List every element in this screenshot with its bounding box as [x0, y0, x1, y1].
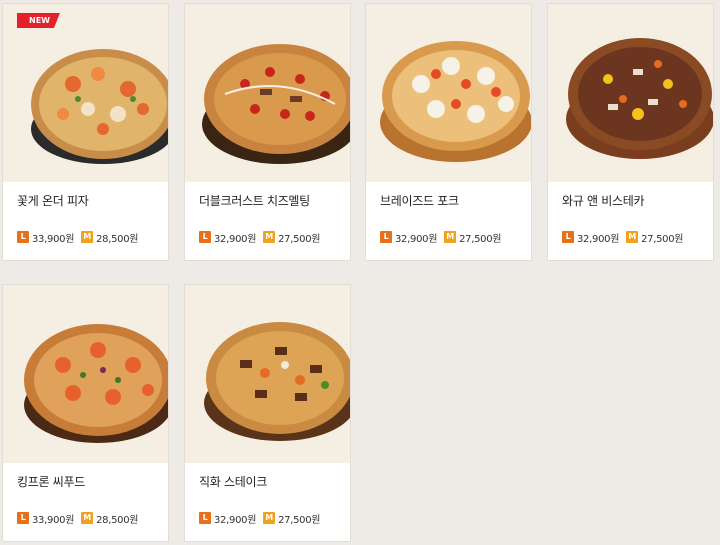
product-name[interactable]: 브레이즈드 포크: [380, 192, 459, 209]
size-l-badge: L: [562, 231, 574, 243]
size-l-badge: L: [380, 231, 392, 243]
price-medium: 27,500원: [278, 233, 321, 245]
product-card-crab[interactable]: NEW 꽃게 온더 피자 L 33,900원 M 28,500원: [2, 3, 169, 261]
price-large: 32,900원: [577, 233, 620, 245]
price-medium: 27,500원: [278, 514, 321, 526]
price-medium: 27,500원: [641, 233, 684, 245]
product-name[interactable]: 꽃게 온더 피자: [17, 192, 89, 209]
price-large: 33,900원: [32, 514, 75, 526]
product-name[interactable]: 더블크러스트 치즈멜팅: [199, 192, 310, 209]
product-card-double-crust[interactable]: 더블크러스트 치즈멜팅 L 32,900원 M 27,500원: [184, 3, 351, 261]
product-name[interactable]: 와규 앤 비스테카: [562, 192, 645, 209]
size-l-badge: L: [199, 512, 211, 524]
price-row: L 33,900원 M 28,500원: [17, 230, 139, 245]
size-m-badge: M: [81, 512, 94, 524]
size-m-badge: M: [81, 231, 94, 243]
price-row: L 32,900원 M 27,500원: [380, 230, 502, 245]
size-l-badge: L: [199, 231, 211, 243]
price-row: L 32,900원 M 27,500원: [562, 230, 684, 245]
price-medium: 27,500원: [459, 233, 502, 245]
new-badge: NEW: [17, 13, 60, 28]
price-large: 32,900원: [395, 233, 438, 245]
size-l-badge: L: [17, 231, 29, 243]
price-medium: 28,500원: [96, 233, 139, 245]
pizza-double-crust-image[interactable]: [185, 4, 350, 182]
size-m-badge: M: [263, 512, 276, 524]
product-card-wagyu[interactable]: 와규 앤 비스테카 L 32,900원 M 27,500원: [547, 3, 714, 261]
pizza-king-prawn-image[interactable]: [3, 285, 168, 463]
price-row: L 32,900원 M 27,500원: [199, 511, 321, 526]
price-medium: 28,500원: [96, 514, 139, 526]
price-row: L 32,900원 M 27,500원: [199, 230, 321, 245]
product-name[interactable]: 킹프론 씨푸드: [17, 473, 85, 490]
product-name[interactable]: 직화 스테이크: [199, 473, 267, 490]
price-large: 32,900원: [214, 233, 257, 245]
product-card-king-prawn[interactable]: 킹프론 씨푸드 L 33,900원 M 28,500원: [2, 284, 169, 542]
size-l-badge: L: [17, 512, 29, 524]
size-m-badge: M: [263, 231, 276, 243]
pizza-wagyu-image[interactable]: [548, 4, 713, 182]
product-card-steak[interactable]: 직화 스테이크 L 32,900원 M 27,500원: [184, 284, 351, 542]
pizza-crab-image[interactable]: [3, 4, 168, 182]
price-large: 33,900원: [32, 233, 75, 245]
product-card-braised-pork[interactable]: 브레이즈드 포크 L 32,900원 M 27,500원: [365, 3, 532, 261]
size-m-badge: M: [444, 231, 457, 243]
price-row: L 33,900원 M 28,500원: [17, 511, 139, 526]
pizza-steak-image[interactable]: [185, 285, 350, 463]
size-m-badge: M: [626, 231, 639, 243]
pizza-braised-pork-image[interactable]: [366, 4, 531, 182]
price-large: 32,900원: [214, 514, 257, 526]
